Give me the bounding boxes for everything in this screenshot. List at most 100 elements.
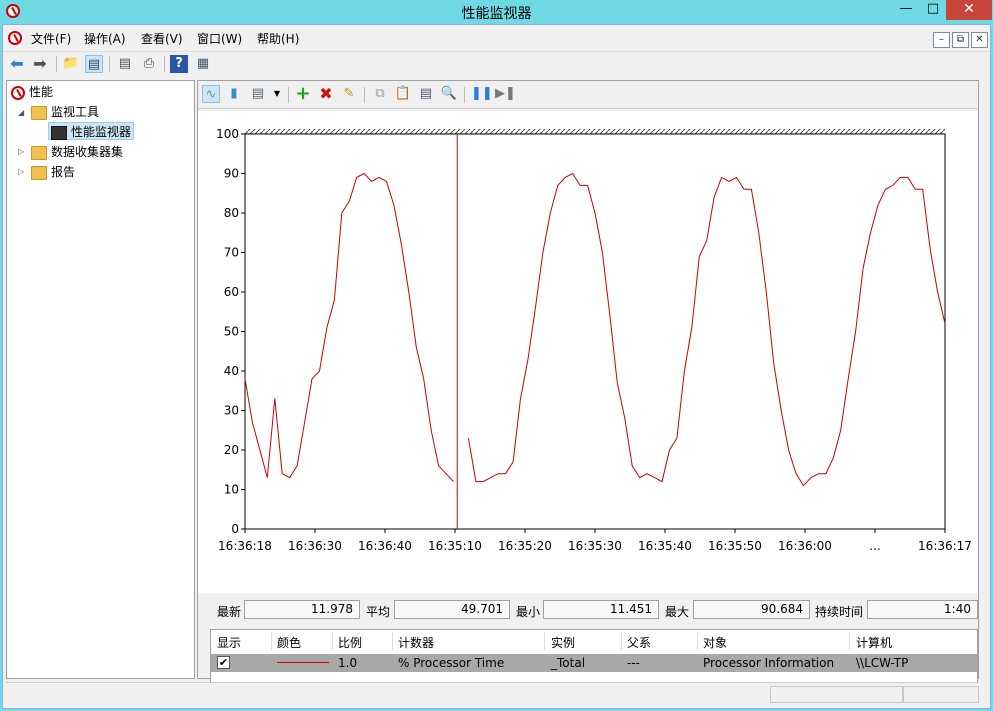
menu-window[interactable]: 窗口(W) — [197, 30, 242, 47]
folder-icon — [31, 105, 47, 120]
freeze-display-icon[interactable]: ▮ — [225, 85, 243, 103]
minimize-button[interactable]: — — [892, 0, 920, 20]
menu-bar: 文件(F) 操作(A) 查看(V) 窗口(W) 帮助(H) – ⧉ ✕ — [3, 27, 990, 49]
y-tick-label: 30 — [224, 404, 239, 418]
x-tick-label: 16:35:30 — [568, 539, 622, 553]
console-pane-icon[interactable]: ▦ — [194, 55, 212, 73]
status-pane — [903, 686, 979, 703]
y-tick-label: 80 — [224, 206, 239, 220]
x-tick-label: 16:36:00 — [778, 539, 832, 553]
up-folder-icon[interactable]: 📁 — [62, 55, 80, 73]
chart-area[interactable]: 0 10 20 30 40 50 60 70 80 90 100 16:36:18 16:36:30 16… — [198, 111, 978, 593]
x-tick-label: 16:35:10 — [428, 539, 482, 553]
x-tick-label: 16:36:18 — [218, 539, 272, 553]
legend-instance: _Total — [551, 656, 586, 670]
paste-counter-list-icon[interactable]: 📋 — [394, 85, 412, 103]
legend-counter: % Processor Time — [398, 656, 505, 670]
line-chart[interactable]: 0 10 20 30 40 50 60 70 80 90 100 16:36:18 16:36:30 16… — [198, 111, 978, 593]
legend-header-scale[interactable]: 比例 — [338, 634, 362, 651]
legend-header-counter[interactable]: 计数器 — [398, 634, 434, 651]
monitor-chart-icon — [51, 125, 67, 140]
x-tick-label: 16:36:40 — [358, 539, 412, 553]
back-arrow-icon[interactable]: ⬅ — [8, 55, 26, 73]
color-swatch — [277, 662, 329, 663]
status-pane — [770, 686, 903, 703]
tree-node-monitoring-tools[interactable]: 监视工具 — [31, 103, 99, 121]
show-hide-tree-icon[interactable]: ▤ — [85, 55, 103, 73]
statistics-bar: 最新 11.978 平均 49.701 最小 11.451 最大 90.684 … — [198, 599, 978, 621]
mdi-minimize-button[interactable]: – — [933, 32, 950, 48]
maximum-label: 最大 — [665, 605, 690, 619]
x-tick-label: 16:35:20 — [498, 539, 552, 553]
y-tick-label: 40 — [224, 364, 239, 378]
x-tick-label: 16:35:50 — [708, 539, 762, 553]
help-icon[interactable]: ? — [170, 55, 188, 73]
highlight-icon[interactable]: ✎ — [340, 85, 358, 103]
y-tick-label: 50 — [224, 325, 239, 339]
properties-icon[interactable]: ▤ — [116, 55, 134, 73]
series-line-segment-a — [244, 172, 454, 482]
perfmon-icon — [11, 85, 25, 100]
update-data-icon[interactable]: ▶❚ — [495, 85, 516, 103]
duration-label: 持续时间 — [815, 605, 864, 619]
legend-header-instance[interactable]: 实例 — [551, 634, 575, 651]
tree-node-reports[interactable]: 报告 — [31, 163, 75, 181]
x-tick-label: 16:35:40 — [638, 539, 692, 553]
tree-node-data-collector-sets[interactable]: 数据收集器集 — [31, 143, 123, 161]
expand-triangle-icon[interactable]: ▷ — [18, 147, 24, 156]
legend-header-show[interactable]: 显示 — [217, 634, 241, 651]
collapse-triangle-icon[interactable]: ◢ — [18, 108, 24, 117]
menu-file[interactable]: 文件(F) — [31, 30, 71, 47]
last-label: 最新 — [217, 605, 242, 619]
tree-node-performance-monitor[interactable]: 性能监视器 — [48, 122, 135, 140]
print-icon[interactable]: ⎙ — [140, 55, 158, 73]
legend-row[interactable]: ✔ 1.0 % Processor Time _Total --- Proces… — [211, 654, 977, 672]
legend-header-color[interactable]: 颜色 — [277, 634, 301, 651]
pause-icon[interactable]: ❚❚ — [471, 85, 493, 103]
mdi-close-button[interactable]: ✕ — [971, 32, 988, 48]
tree-node-performance[interactable]: 性能 — [11, 83, 53, 101]
duration-value: 1:40 — [867, 600, 978, 619]
main-toolbar: ⬅ ➡ 📁 ▤ ▤ ⎙ ? ▦ — [3, 51, 990, 75]
x-tick-label: 16:36:17 — [918, 539, 972, 553]
y-tick-label: 10 — [224, 483, 239, 497]
status-bar — [6, 682, 979, 704]
series-line-segment-b — [467, 172, 946, 487]
close-button[interactable]: ✕ — [946, 0, 992, 20]
mdi-restore-button[interactable]: ⧉ — [952, 32, 969, 48]
y-tick-label: 70 — [224, 246, 239, 260]
menu-action[interactable]: 操作(A) — [84, 30, 126, 47]
copy-properties-icon[interactable]: ⧉ — [371, 85, 389, 103]
view-graph-icon[interactable]: ∿ — [202, 85, 220, 103]
legend-header-computer[interactable]: 计算机 — [856, 634, 892, 651]
mdi-controls: – ⧉ ✕ — [931, 31, 988, 48]
legend-parent: --- — [627, 656, 640, 670]
graph-type-dropdown-icon[interactable]: ▼ — [268, 85, 286, 103]
legend-header-object[interactable]: 对象 — [703, 634, 727, 651]
maximum-value: 90.684 — [693, 600, 810, 619]
window-title: 性能监视器 — [461, 6, 532, 22]
performance-monitor-pane: ∿ ▮ ▤ ▼ + ✖ ✎ ⧉ 📋 ▤ 🔍 ❚❚ ▶❚ 0 10 20 30 40 50 6… — [197, 80, 979, 691]
change-graph-type-icon[interactable]: ▤ — [249, 85, 267, 103]
last-value: 11.978 — [244, 600, 360, 619]
legend-object: Processor Information — [703, 656, 835, 670]
show-checkbox[interactable]: ✔ — [217, 656, 230, 669]
main-window: 文件(F) 操作(A) 查看(V) 窗口(W) 帮助(H) – ⧉ ✕ ⬅ ➡ 📁 … — [2, 24, 991, 709]
navigation-tree: 性能 ◢ 监视工具 性能监视器 ▷ 数据收集器集 ▷ 报告 — [6, 80, 195, 679]
y-tick-label: 90 — [224, 167, 239, 181]
mdi-app-icon[interactable] — [8, 31, 22, 45]
zoom-icon[interactable]: 🔍 — [440, 85, 458, 103]
legend-header-parent[interactable]: 父系 — [627, 634, 651, 651]
plot-frame — [244, 133, 946, 530]
minimum-label: 最小 — [516, 605, 541, 619]
maximize-button[interactable]: □ — [920, 0, 946, 20]
add-counter-icon[interactable]: + — [294, 85, 312, 103]
delete-counter-icon[interactable]: ✖ — [317, 85, 335, 103]
menu-view[interactable]: 查看(V) — [141, 30, 183, 47]
expand-triangle-icon[interactable]: ▷ — [18, 167, 24, 176]
properties-icon[interactable]: ▤ — [417, 85, 435, 103]
x-tick-label: ... — [869, 539, 880, 553]
legend-computer: \\LCW-TP — [856, 656, 909, 670]
menu-help[interactable]: 帮助(H) — [257, 30, 299, 47]
forward-arrow-icon[interactable]: ➡ — [31, 55, 49, 73]
